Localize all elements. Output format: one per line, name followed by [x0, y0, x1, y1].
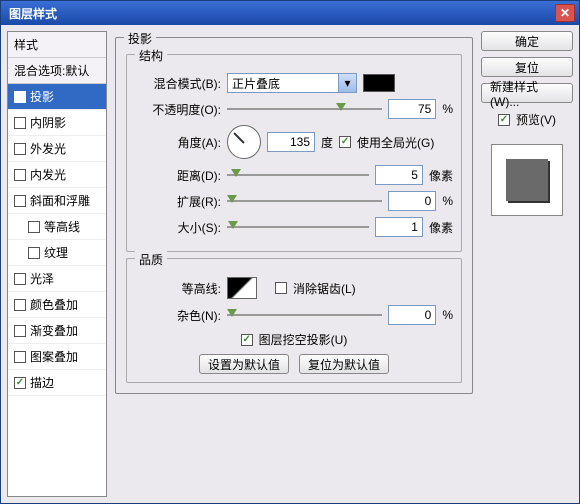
make-default-button[interactable]: 设置为默认值	[199, 354, 289, 374]
style-checkbox[interactable]	[14, 351, 26, 363]
structure-group: 结构 混合模式(B): 正片叠底 ▾ 不透明度(O): %	[126, 54, 462, 252]
spread-label: 扩展(R):	[135, 193, 221, 210]
size-unit: 像素	[429, 219, 453, 236]
style-checkbox[interactable]	[14, 195, 26, 207]
style-item-4[interactable]: 斜面和浮雕	[8, 188, 106, 214]
global-light-label: 使用全局光(G)	[357, 134, 434, 151]
style-checkbox[interactable]	[14, 143, 26, 155]
style-label: 外发光	[30, 140, 66, 157]
angle-label: 角度(A):	[135, 134, 221, 151]
style-item-9[interactable]: 渐变叠加	[8, 318, 106, 344]
style-item-5[interactable]: 等高线	[8, 214, 106, 240]
right-buttons: 确定 复位 新建样式(W)... 预览(V)	[481, 31, 573, 497]
style-checkbox[interactable]	[14, 169, 26, 181]
style-label: 纹理	[44, 244, 68, 261]
noise-slider[interactable]	[227, 308, 382, 322]
distance-slider[interactable]	[227, 168, 369, 182]
shadow-color-swatch[interactable]	[363, 74, 395, 92]
style-item-1[interactable]: 内阴影	[8, 110, 106, 136]
size-input[interactable]	[375, 217, 423, 237]
style-checkbox[interactable]	[14, 377, 26, 389]
panel-title: 投影	[124, 30, 156, 47]
style-label: 斜面和浮雕	[30, 192, 90, 209]
style-label: 光泽	[30, 270, 54, 287]
spread-input[interactable]	[388, 191, 436, 211]
style-label: 描边	[30, 374, 54, 391]
spread-slider[interactable]	[227, 194, 382, 208]
distance-input[interactable]	[375, 165, 423, 185]
preview-checkbox[interactable]	[498, 114, 510, 126]
distance-label: 距离(D):	[135, 167, 221, 184]
opacity-unit: %	[442, 102, 453, 116]
quality-group: 品质 等高线: 消除锯齿(L) 杂色(N): %	[126, 258, 462, 383]
global-light-checkbox[interactable]	[339, 136, 351, 148]
style-item-11[interactable]: 描边	[8, 370, 106, 396]
window-title: 图层样式	[5, 5, 555, 22]
antialias-checkbox[interactable]	[275, 282, 287, 294]
cancel-button[interactable]: 复位	[481, 57, 573, 77]
angle-unit: 度	[321, 134, 333, 151]
noise-unit: %	[442, 308, 453, 322]
antialias-label: 消除锯齿(L)	[293, 280, 356, 297]
style-label: 颜色叠加	[30, 296, 78, 313]
style-checkbox[interactable]	[14, 91, 26, 103]
opacity-label: 不透明度(O):	[135, 101, 221, 118]
style-item-2[interactable]: 外发光	[8, 136, 106, 162]
close-icon: ✕	[560, 6, 570, 20]
style-checkbox[interactable]	[14, 117, 26, 129]
style-checkbox[interactable]	[28, 247, 40, 259]
noise-label: 杂色(N):	[135, 307, 221, 324]
style-item-8[interactable]: 颜色叠加	[8, 292, 106, 318]
style-checkbox[interactable]	[14, 299, 26, 311]
style-label: 内阴影	[30, 114, 66, 131]
opacity-input[interactable]	[388, 99, 436, 119]
style-label: 等高线	[44, 218, 80, 235]
blend-options-row[interactable]: 混合选项:默认	[8, 58, 106, 84]
style-checkbox[interactable]	[14, 325, 26, 337]
ok-button[interactable]: 确定	[481, 31, 573, 51]
angle-dial[interactable]	[227, 125, 261, 159]
dialog-body: 样式 混合选项:默认 投影内阴影外发光内发光斜面和浮雕等高线纹理光泽颜色叠加渐变…	[1, 25, 579, 503]
new-style-button[interactable]: 新建样式(W)...	[481, 83, 573, 103]
size-label: 大小(S):	[135, 219, 221, 236]
blend-mode-select[interactable]: 正片叠底 ▾	[227, 73, 357, 93]
spread-unit: %	[442, 194, 453, 208]
blend-mode-value: 正片叠底	[232, 75, 280, 92]
distance-unit: 像素	[429, 167, 453, 184]
close-button[interactable]: ✕	[555, 4, 575, 22]
style-item-10[interactable]: 图案叠加	[8, 344, 106, 370]
reset-default-button[interactable]: 复位为默认值	[299, 354, 389, 374]
contour-picker[interactable]	[227, 277, 257, 299]
blend-mode-label: 混合模式(B):	[135, 75, 221, 92]
knockout-label: 图层挖空投影(U)	[259, 331, 348, 348]
noise-input[interactable]	[388, 305, 436, 325]
size-slider[interactable]	[227, 220, 369, 234]
preview-box	[491, 144, 563, 216]
preview-swatch	[506, 159, 548, 201]
style-item-6[interactable]: 纹理	[8, 240, 106, 266]
structure-legend: 结构	[135, 47, 167, 64]
styles-list: 样式 混合选项:默认 投影内阴影外发光内发光斜面和浮雕等高线纹理光泽颜色叠加渐变…	[7, 31, 107, 497]
style-label: 渐变叠加	[30, 322, 78, 339]
contour-label: 等高线:	[135, 280, 221, 297]
options-panel: 投影 结构 混合模式(B): 正片叠底 ▾ 不透明度(O):	[115, 31, 473, 497]
style-label: 内发光	[30, 166, 66, 183]
style-item-3[interactable]: 内发光	[8, 162, 106, 188]
opacity-slider[interactable]	[227, 102, 382, 116]
style-checkbox[interactable]	[14, 273, 26, 285]
chevron-down-icon: ▾	[338, 74, 356, 92]
quality-legend: 品质	[135, 251, 167, 268]
angle-input[interactable]	[267, 132, 315, 152]
layer-style-dialog: 图层样式 ✕ 样式 混合选项:默认 投影内阴影外发光内发光斜面和浮雕等高线纹理光…	[0, 0, 580, 504]
style-item-7[interactable]: 光泽	[8, 266, 106, 292]
style-label: 投影	[30, 88, 54, 105]
style-checkbox[interactable]	[28, 221, 40, 233]
styles-header: 样式	[8, 32, 106, 58]
style-item-0[interactable]: 投影	[8, 84, 106, 110]
titlebar: 图层样式 ✕	[1, 1, 579, 25]
preview-label: 预览(V)	[516, 111, 556, 128]
knockout-checkbox[interactable]	[241, 334, 253, 346]
style-label: 图案叠加	[30, 348, 78, 365]
panel-fieldset: 投影 结构 混合模式(B): 正片叠底 ▾ 不透明度(O):	[115, 37, 473, 394]
